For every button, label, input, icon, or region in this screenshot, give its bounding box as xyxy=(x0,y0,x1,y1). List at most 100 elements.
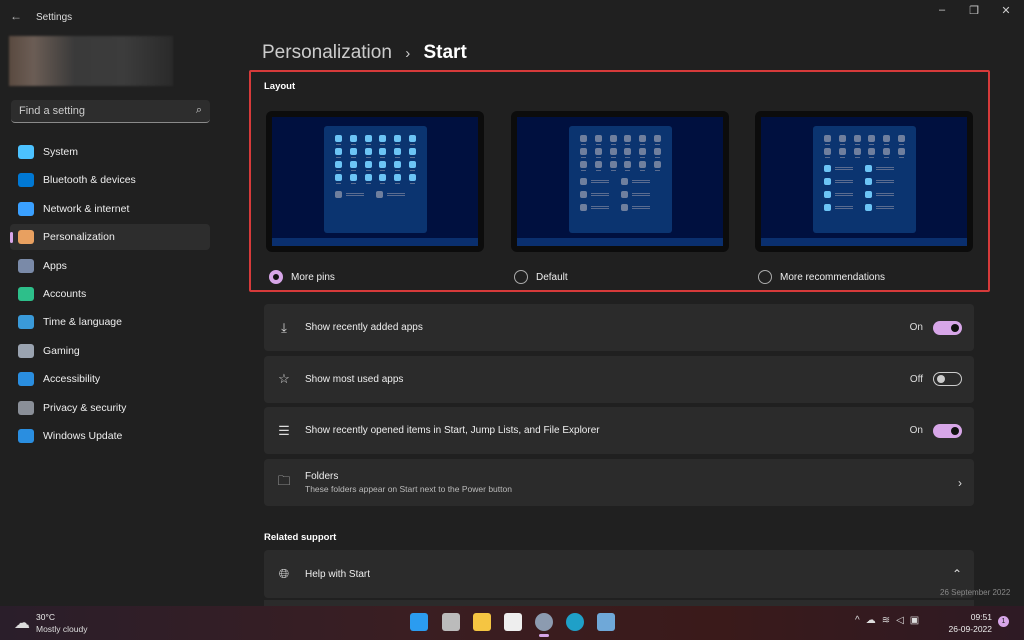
preview-pin xyxy=(653,148,661,158)
toggle-state: On xyxy=(909,322,923,333)
preview-pin xyxy=(364,135,372,145)
setting-row-2[interactable]: ☰ Show recently opened items in Start, Ju… xyxy=(264,407,974,455)
preview-pin xyxy=(883,135,891,145)
setting-row-0[interactable]: ⤓ Show recently added apps On xyxy=(264,304,974,351)
preview-pin xyxy=(653,161,661,171)
preview-pin xyxy=(349,148,357,158)
preview-pin xyxy=(408,148,416,158)
toggle-state: On xyxy=(909,425,923,437)
preview-recommendation xyxy=(824,191,865,198)
preview-pin xyxy=(897,135,905,145)
clock-time[interactable]: 09:51 xyxy=(950,612,992,622)
layout-preview-default[interactable] xyxy=(511,111,729,252)
layout-radio-more-recommendations[interactable]: More recommendations xyxy=(758,270,885,284)
setting-row-3[interactable]: 🗀 Folders These folders appear on Start ne… xyxy=(264,459,974,507)
radio-label: Default xyxy=(536,271,568,283)
preview-recommendation xyxy=(824,204,865,211)
maximize-button[interactable]: ❐ xyxy=(964,4,984,17)
radio-button[interactable] xyxy=(269,270,283,284)
apps-icon xyxy=(18,258,34,273)
sidebar-item-label: Privacy & security xyxy=(43,401,127,414)
layout-preview-more-pins[interactable] xyxy=(266,111,484,252)
privacy-security-icon xyxy=(18,400,34,415)
radio-button[interactable] xyxy=(758,270,772,284)
sidebar-item-gaming[interactable]: Gaming xyxy=(10,338,210,364)
microsoft-store-icon[interactable] xyxy=(504,613,522,631)
preview-pin xyxy=(349,135,357,145)
notification-badge[interactable]: 1 xyxy=(998,616,1009,627)
gaming-icon xyxy=(18,343,34,358)
setting-row-1[interactable]: ☆ Show most used apps Off xyxy=(264,355,974,403)
setting-label: Show most used apps xyxy=(305,373,404,385)
preview-recommendation xyxy=(864,204,906,211)
preview-pin xyxy=(364,161,372,171)
help-with-start-label: Help with Start xyxy=(305,568,371,580)
toggle-switch[interactable] xyxy=(933,320,962,335)
preview-pin xyxy=(653,135,661,145)
sidebar-item-system[interactable]: System xyxy=(10,139,210,165)
sidebar-item-time-language[interactable]: Time & language xyxy=(10,309,210,335)
settings-gear-icon[interactable] xyxy=(535,613,553,631)
preview-pin xyxy=(394,135,402,145)
page-title: Start xyxy=(423,42,467,63)
layout-preview-more-recommendations[interactable] xyxy=(755,111,973,252)
search-input[interactable]: Find a setting ⌕ xyxy=(11,100,210,123)
sidebar-item-network-internet[interactable]: Network & internet xyxy=(10,196,210,222)
help-with-start-row[interactable]: 🌐︎ Help with Start ⌃ xyxy=(264,550,974,598)
preview-recommendation xyxy=(824,165,865,172)
sidebar-item-apps[interactable]: Apps xyxy=(10,253,210,279)
related-support-heading: Related support xyxy=(264,532,337,543)
preview-recommendation xyxy=(375,191,417,198)
preview-pin xyxy=(408,135,416,145)
preview-pin xyxy=(379,161,387,171)
preview-pin xyxy=(394,174,402,184)
preview-pin xyxy=(364,174,372,184)
sidebar-item-label: System xyxy=(43,146,79,158)
network-internet-icon xyxy=(18,201,34,216)
preview-pin xyxy=(853,148,861,158)
start-windows-icon[interactable] xyxy=(410,613,428,631)
weather-cloud-icon[interactable]: ☁ xyxy=(14,613,30,633)
preview-pin xyxy=(394,148,402,158)
minimize-button[interactable]: – xyxy=(932,4,952,16)
sidebar-item-accounts[interactable]: Accounts xyxy=(10,281,210,307)
sidebar-item-bluetooth-devices[interactable]: Bluetooth & devices xyxy=(10,167,210,193)
layout-radio-more-pins[interactable]: More pins xyxy=(269,270,335,284)
preview-pin xyxy=(897,148,905,158)
preview-pin xyxy=(883,148,891,158)
sidebar-item-label: Bluetooth & devices xyxy=(43,174,136,187)
sidebar-item-windows-update[interactable]: Windows Update xyxy=(10,423,210,449)
clock-date[interactable]: 26-09-2022 xyxy=(945,624,992,634)
sidebar-item-accessibility[interactable]: Accessibility xyxy=(10,366,210,392)
weather-temp[interactable]: 30°C xyxy=(36,612,55,622)
preview-pin xyxy=(335,174,342,184)
chevron-up-icon[interactable]: ⌃ xyxy=(952,567,962,581)
preview-pin xyxy=(609,148,617,158)
back-button[interactable]: ← xyxy=(10,9,22,23)
preview-recommendation xyxy=(864,178,906,185)
chevron-right-icon[interactable]: › xyxy=(958,476,962,490)
close-button[interactable]: ✕ xyxy=(996,4,1016,17)
preview-pin xyxy=(349,174,357,184)
layout-radio-default[interactable]: Default xyxy=(514,270,568,284)
toggle-switch[interactable] xyxy=(933,423,962,438)
star-icon: ☆ xyxy=(278,371,290,387)
preview-pin xyxy=(594,148,602,158)
task-view-icon[interactable] xyxy=(442,613,460,631)
sidebar-item-personalization[interactable]: Personalization xyxy=(10,224,210,251)
bluetooth-devices-icon xyxy=(18,173,34,188)
toggle-switch[interactable] xyxy=(933,372,962,387)
file-explorer-icon[interactable] xyxy=(473,613,491,631)
edge-browser-icon[interactable] xyxy=(566,613,584,631)
preview-pin xyxy=(394,161,402,171)
preview-recommendation xyxy=(335,191,376,198)
sidebar-item-label: Gaming xyxy=(43,344,80,357)
weather-condition[interactable]: Mostly cloudy xyxy=(36,624,88,634)
sidebar-item-privacy-security[interactable]: Privacy & security xyxy=(10,395,210,421)
time-language-icon xyxy=(18,315,34,330)
remote-desktop-icon[interactable] xyxy=(597,613,615,631)
preview-pin xyxy=(379,174,387,184)
breadcrumb-parent[interactable]: Personalization xyxy=(262,42,392,63)
system-tray-icons[interactable]: ^☁≋◁▣ xyxy=(855,615,925,626)
radio-button[interactable] xyxy=(514,270,528,284)
